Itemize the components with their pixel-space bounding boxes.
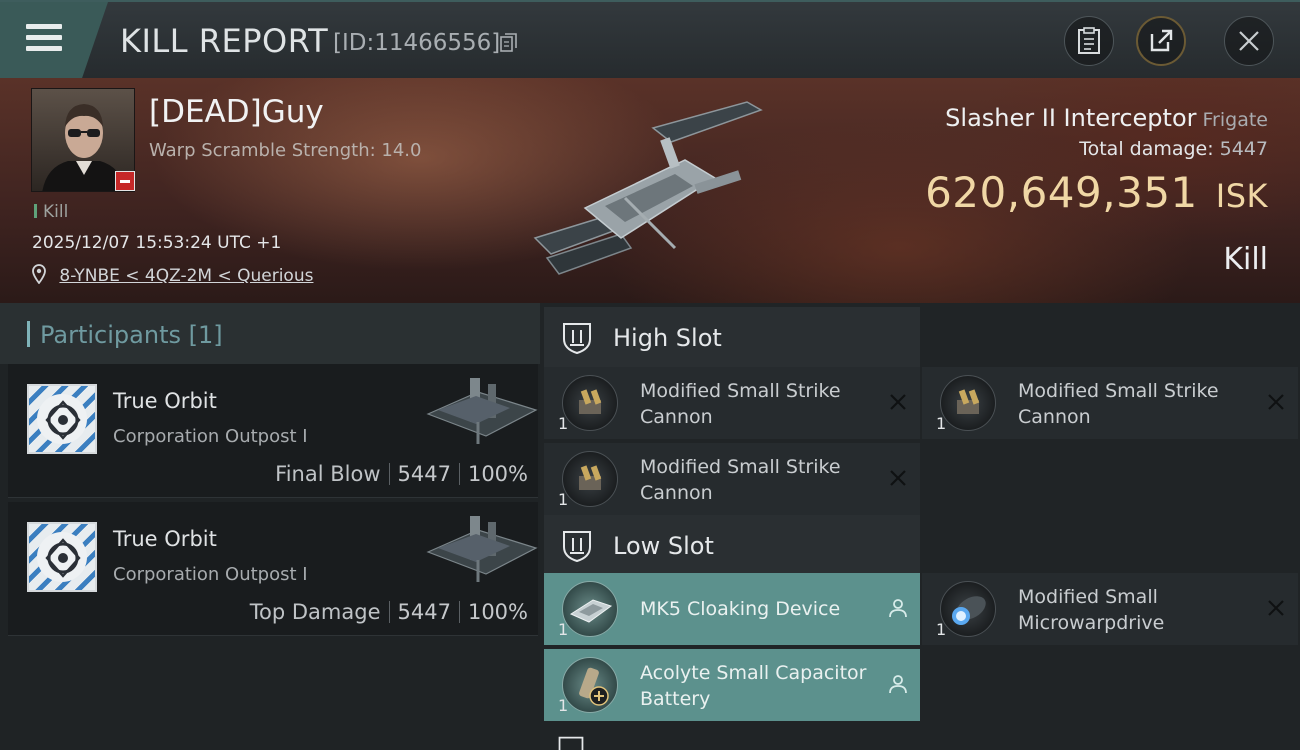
slot-item[interactable]: 1 Modified Small Strike Cannon [922, 367, 1298, 439]
fitted-person-icon [889, 599, 907, 618]
pilot-subtitle: Warp Scramble Strength: 14.0 [149, 140, 422, 161]
kill-timestamp: 2025/12/07 15:53:24 UTC +1 [32, 233, 282, 253]
kill-result: Kill [1223, 242, 1268, 277]
victim-banner: [DEAD]Guy Warp Scramble Strength: 14.0 K… [0, 78, 1300, 303]
destroyed-x-icon [1268, 394, 1284, 410]
slot-item[interactable]: 1 Modified Small Microwarpdrive [922, 573, 1298, 645]
cannon-icon [562, 375, 618, 431]
item-name: Modified Small Strike Cannon [1018, 380, 1219, 428]
close-icon [1239, 31, 1259, 51]
fitted-person-icon [889, 675, 907, 694]
corp-logo-icon [27, 384, 97, 454]
item-name: Acolyte Small Capacitor Battery [640, 662, 867, 710]
next-slot-header-partial [556, 735, 916, 750]
low-slot-header: Low Slot [544, 515, 920, 575]
cannon-icon [940, 375, 996, 431]
participant-card[interactable]: True Orbit Corporation Outpost I Top Dam… [8, 502, 538, 636]
microwarpdrive-icon [940, 581, 996, 637]
share-button[interactable] [1136, 16, 1186, 66]
capacitor-battery-icon [562, 657, 618, 713]
close-button[interactable] [1224, 16, 1274, 66]
item-name: Modified Small Strike Cannon [640, 456, 841, 504]
isk-value: 620,649,351 ISK [925, 168, 1268, 217]
participant-corp: Corporation Outpost I [113, 564, 308, 585]
share-icon [1150, 29, 1173, 52]
header-bar: KILL REPORT [ID:11466556] [0, 0, 1300, 78]
cannon-icon [562, 451, 618, 507]
destroyed-x-icon [1268, 600, 1284, 616]
report-id: [ID:11466556] [333, 30, 501, 56]
ship-image [533, 101, 763, 275]
total-damage: Total damage: 5447 [1079, 138, 1268, 160]
kill-tag: Kill [34, 202, 68, 222]
ship-name[interactable]: Slasher II Interceptor Frigate [945, 104, 1268, 132]
clipboard-icon [1078, 27, 1100, 54]
location-link[interactable]: 8-YNBE < 4QZ-2M < Querious [59, 266, 313, 286]
mid-slot-icon [558, 736, 584, 750]
participants-title: Participants [1] [40, 321, 223, 349]
participants-header[interactable]: Participants [1] [0, 303, 540, 364]
corp-logo-icon [27, 522, 97, 592]
destroyed-x-icon [890, 470, 906, 486]
slot-item[interactable]: 1 Acolyte Small Capacitor Battery [544, 649, 920, 721]
status-badge [115, 171, 135, 191]
station-image [426, 378, 538, 444]
ship-class: Frigate [1202, 109, 1268, 131]
cloaking-device-icon [562, 581, 618, 637]
item-name: Modified Small Microwarpdrive [1018, 586, 1165, 634]
participant-name[interactable]: True Orbit [113, 389, 217, 413]
slot-item[interactable]: 1 Modified Small Strike Cannon [544, 367, 920, 439]
low-slot-icon [563, 531, 591, 563]
participants-accent [27, 321, 30, 347]
participant-name[interactable]: True Orbit [113, 527, 217, 551]
slot-item[interactable]: 1 MK5 Cloaking Device [544, 573, 920, 645]
page-title: KILL REPORT [120, 22, 329, 60]
participant-stats: Final Blow 5447 100% [275, 462, 528, 486]
kill-indicator-icon [34, 204, 37, 218]
pilot-name[interactable]: [DEAD]Guy [149, 94, 324, 130]
destroyed-x-icon [890, 394, 906, 410]
copy-icon[interactable] [500, 33, 518, 53]
slot-item[interactable]: 1 Modified Small Strike Cannon [544, 443, 920, 515]
fitting-panel: High Slot 1 Modified Small Strike Cannon… [540, 303, 1300, 750]
participant-stats: Top Damage 5447 100% [249, 600, 528, 624]
participant-corp: Corporation Outpost I [113, 426, 308, 447]
menu-icon[interactable] [26, 24, 62, 52]
station-image [426, 516, 538, 582]
item-name: MK5 Cloaking Device [640, 598, 841, 620]
kill-location: 8-YNBE < 4QZ-2M < Querious [32, 264, 313, 286]
high-slot-header: High Slot [544, 307, 920, 367]
report-button[interactable] [1064, 16, 1114, 66]
item-name: Modified Small Strike Cannon [640, 380, 841, 428]
location-pin-icon [32, 264, 46, 285]
high-slot-icon [563, 323, 591, 355]
participant-card[interactable]: True Orbit Corporation Outpost I Final B… [8, 364, 538, 498]
participants-panel: Participants [1] True Orbit Corporation … [0, 303, 540, 750]
